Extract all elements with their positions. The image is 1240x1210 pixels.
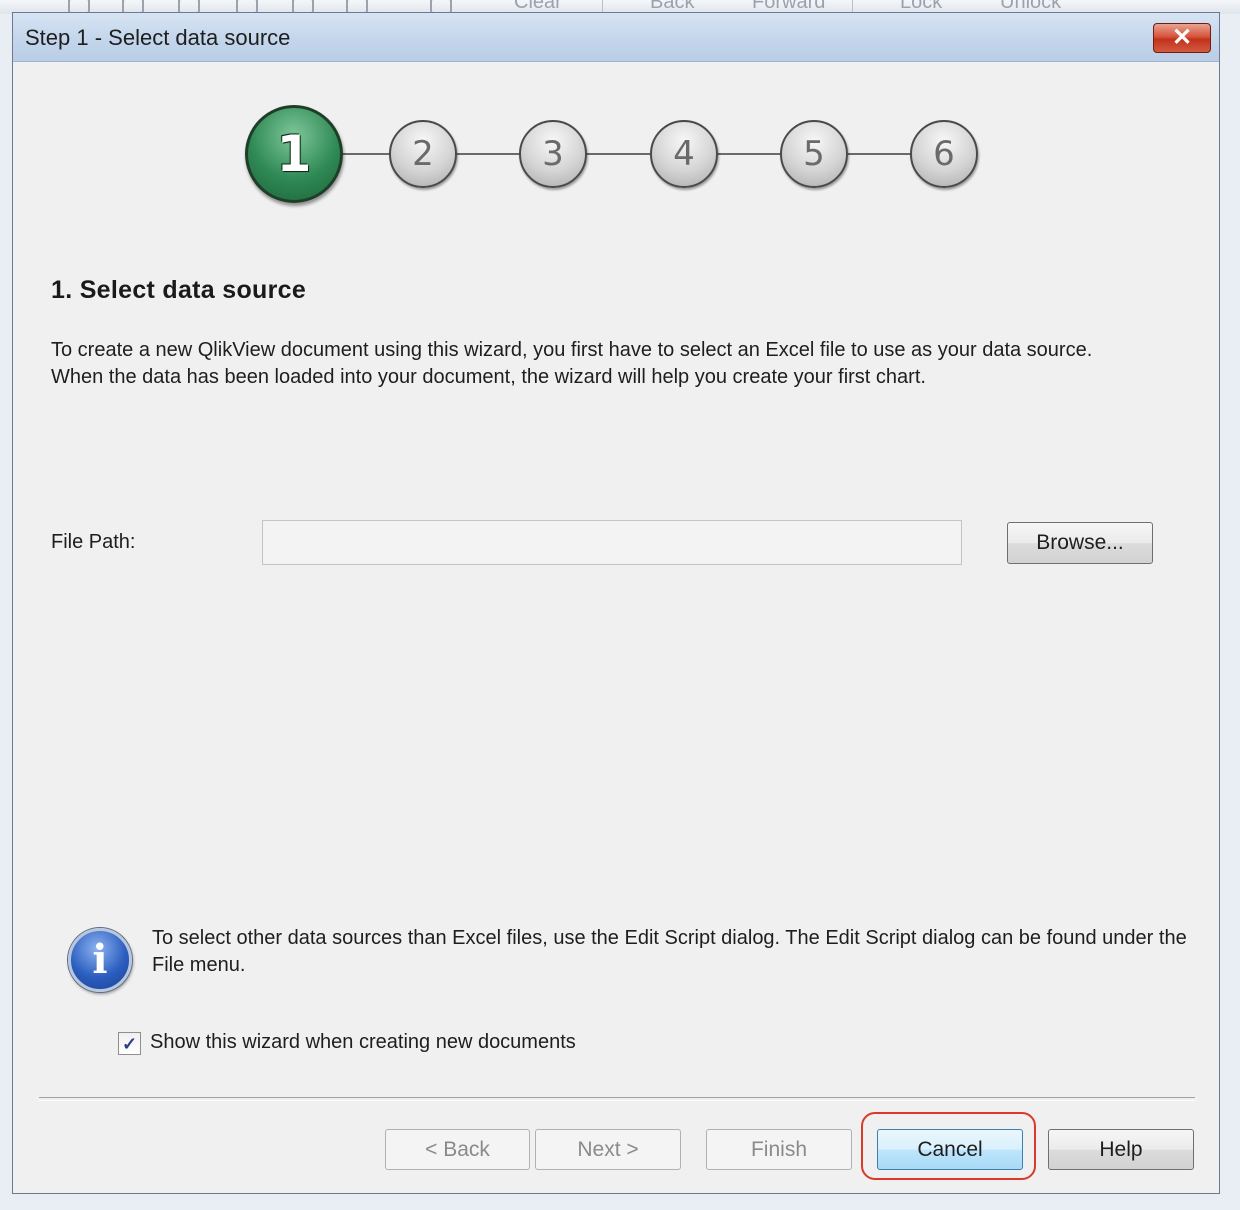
file-path-label: File Path: bbox=[51, 531, 136, 553]
title-bar[interactable]: Step 1 - Select data source ✕ bbox=[13, 13, 1219, 62]
step-4-circle: 4 bbox=[650, 120, 718, 188]
step-5-circle: 5 bbox=[780, 120, 848, 188]
browse-button[interactable]: Browse... bbox=[1007, 522, 1153, 564]
step-1-circle: 1 bbox=[245, 105, 343, 203]
window-title: Step 1 - Select data source bbox=[25, 25, 291, 50]
close-icon: ✕ bbox=[1171, 24, 1193, 51]
step-6-circle: 6 bbox=[910, 120, 978, 188]
description-line-2: When the data has been loaded into your … bbox=[51, 366, 926, 388]
step-2-circle: 2 bbox=[389, 120, 457, 188]
step-indicator: 1 2 3 4 5 6 bbox=[232, 105, 992, 209]
description: To create a new QlikView document using … bbox=[51, 337, 1191, 391]
show-wizard-label[interactable]: Show this wizard when creating new docum… bbox=[150, 1031, 576, 1054]
info-text: To select other data sources than Excel … bbox=[152, 927, 1187, 976]
description-line-1: To create a new QlikView document using … bbox=[51, 339, 1093, 361]
help-button[interactable]: Help bbox=[1048, 1129, 1194, 1170]
back-button[interactable]: < Back bbox=[385, 1129, 530, 1170]
page-heading: 1. Select data source bbox=[51, 276, 307, 304]
footer-separator bbox=[39, 1097, 1195, 1101]
show-wizard-checkbox[interactable]: ✓ bbox=[118, 1032, 141, 1055]
info-icon: i bbox=[68, 928, 132, 992]
step-3-circle: 3 bbox=[519, 120, 587, 188]
checkmark-icon: ✓ bbox=[121, 1033, 138, 1054]
close-button[interactable]: ✕ bbox=[1153, 23, 1211, 53]
cancel-highlight-annotation bbox=[861, 1112, 1036, 1180]
next-button[interactable]: Next > bbox=[535, 1129, 681, 1170]
finish-button[interactable]: Finish bbox=[706, 1129, 852, 1170]
file-path-input[interactable] bbox=[262, 520, 962, 565]
